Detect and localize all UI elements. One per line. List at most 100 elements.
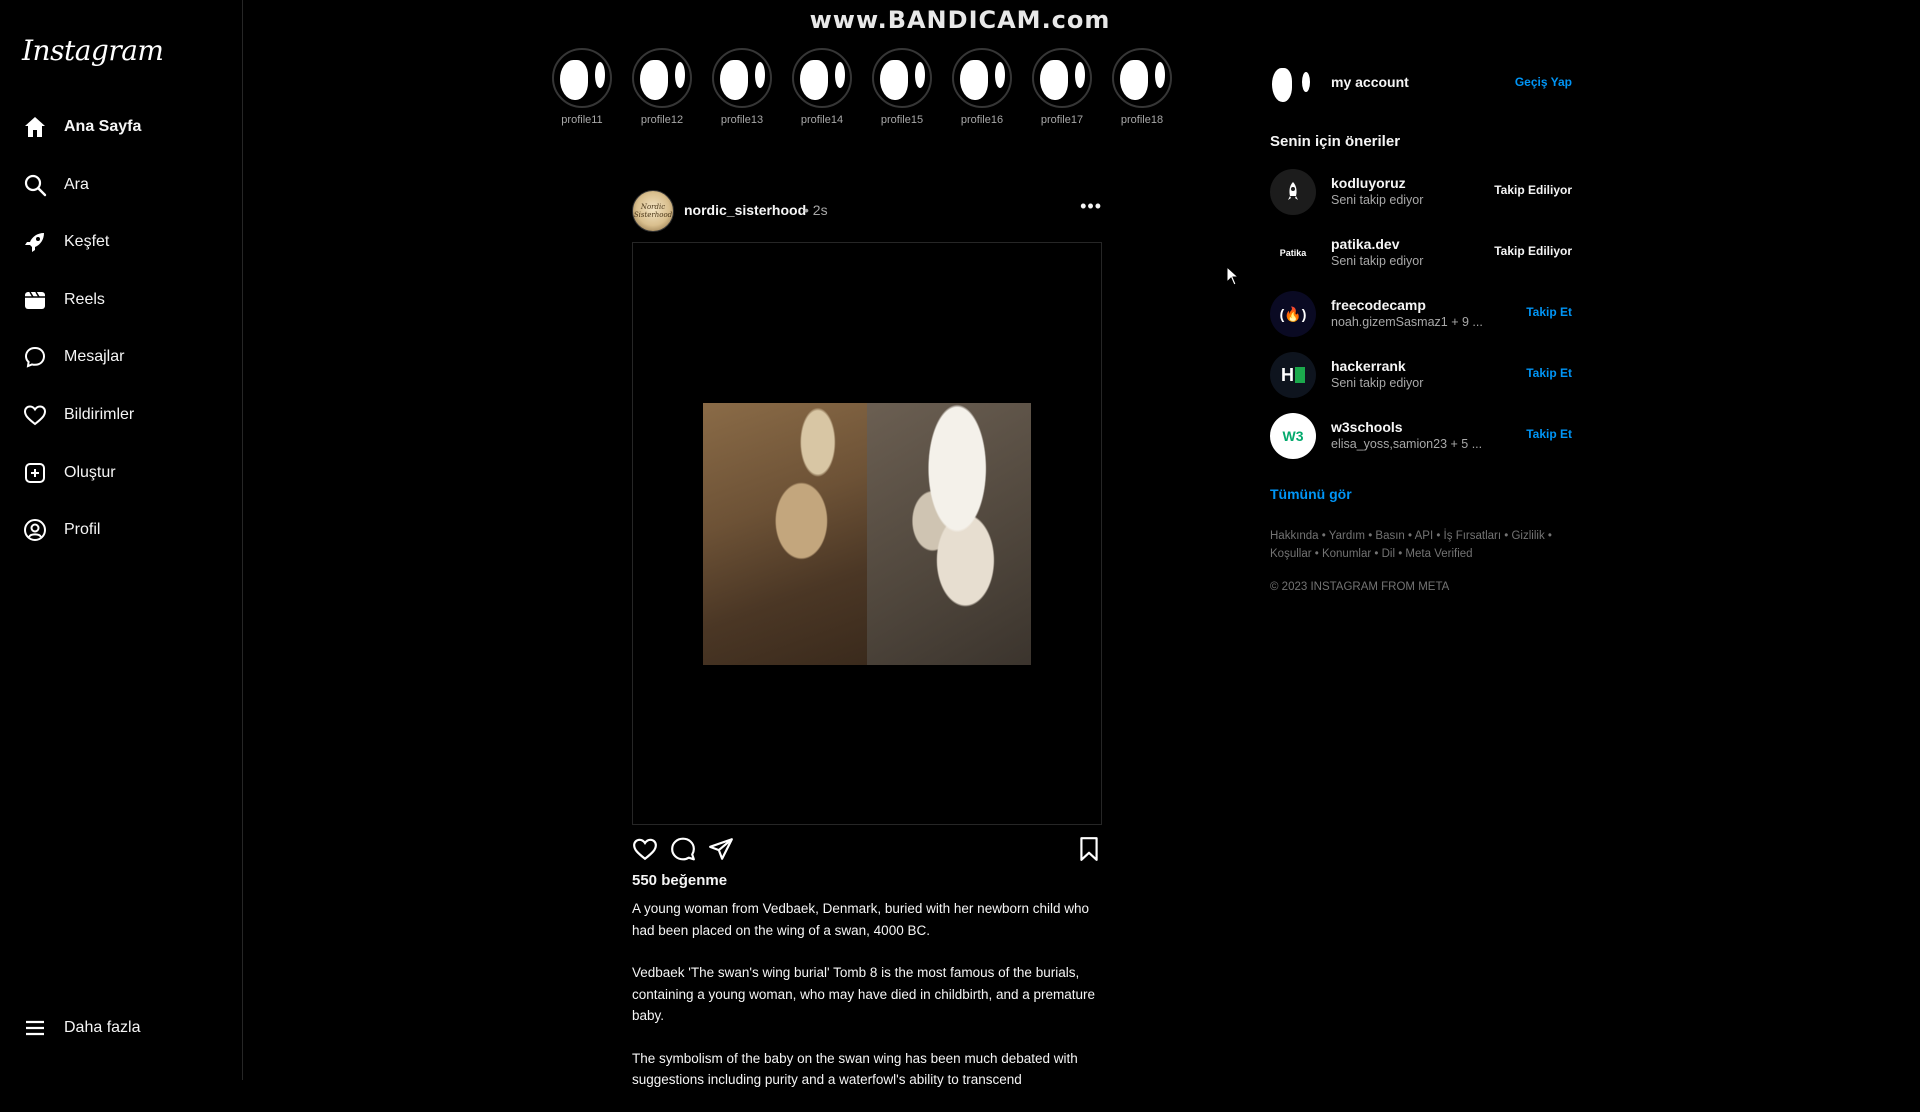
suggestion-subtitle: elisa_yoss,samion23 + 5 ... (1331, 437, 1483, 451)
rocket-icon (1288, 182, 1298, 200)
post-author-avatar[interactable]: Nordic Sisterhood (632, 190, 674, 232)
suggestion-avatar[interactable] (1270, 169, 1316, 215)
switch-account-button[interactable]: Geçiş Yap (1515, 75, 1572, 89)
suggestion-username[interactable]: w3schools (1331, 419, 1403, 435)
story-avatar (712, 48, 772, 108)
patika-logo-text: Patika (1279, 248, 1307, 258)
copyright-text: © 2023 INSTAGRAM FROM META (1270, 581, 1450, 593)
sidebar-item-label: Daha fazla (64, 1019, 141, 1036)
suggestion-subtitle: Seni takip ediyor (1331, 254, 1424, 268)
share-icon[interactable] (708, 836, 734, 862)
follow-button[interactable]: Takip Et (1526, 366, 1572, 380)
follow-button[interactable]: Takip Et (1526, 427, 1572, 441)
story-username: profile12 (640, 114, 684, 126)
instagram-logo[interactable]: Instagram (22, 34, 164, 67)
story-avatar (792, 48, 852, 108)
story-item[interactable]: profile17 (1030, 48, 1094, 126)
story-username: profile18 (1120, 114, 1164, 126)
story-avatar (1112, 48, 1172, 108)
post-image (703, 403, 1031, 665)
sidebar-item-profile[interactable]: Profil (22, 515, 100, 545)
suggestion-subtitle: Seni takip ediyor (1331, 193, 1424, 207)
see-all-link[interactable]: Tümünü gör (1270, 486, 1352, 502)
story-item[interactable]: profile12 (630, 48, 694, 126)
suggestion-row: (🔥) freecodecamp noah.gizemSasmaz1 + 9 .… (1270, 291, 1572, 337)
follow-button[interactable]: Takip Et (1526, 305, 1572, 319)
sidebar-item-label: Mesajlar (64, 348, 125, 365)
story-item[interactable]: profile15 (870, 48, 934, 126)
story-avatar (872, 48, 932, 108)
suggestion-row: Patika patika.dev Seni takip ediyor Taki… (1270, 230, 1572, 276)
sidebar-item-more[interactable]: Daha fazla (22, 1013, 141, 1043)
sidebar-item-notifications[interactable]: Bildirimler (22, 400, 134, 430)
suggestion-avatar[interactable]: (🔥) (1270, 291, 1316, 337)
skeleton-burial-photo (703, 403, 867, 665)
suggestion-row: kodluyoruz Seni takip ediyor Takip Edili… (1270, 169, 1572, 215)
post-header: Nordic Sisterhood nordic_sisterhood • 2s… (632, 190, 1102, 232)
story-item[interactable]: profile14 (790, 48, 854, 126)
sidebar-item-create[interactable]: Oluştur (22, 458, 116, 488)
caption-paragraph: Vedbaek 'The swan's wing burial' Tomb 8 … (632, 965, 1096, 1023)
bookmark-icon[interactable] (1076, 836, 1102, 862)
sidebar-item-label: Oluştur (64, 464, 116, 481)
story-username: profile17 (1040, 114, 1084, 126)
w3schools-logo-text: W3 (1282, 428, 1304, 444)
suggestion-row: H hackerrank Seni takip ediyor Takip Et (1270, 352, 1572, 398)
sidebar-item-label: Keşfet (64, 233, 110, 250)
reels-icon (22, 287, 48, 313)
like-count[interactable]: 550 beğenme (632, 872, 727, 889)
sidebar-item-home[interactable]: Ana Sayfa (22, 112, 141, 142)
story-item[interactable]: profile18 (1110, 48, 1174, 126)
post-media[interactable] (632, 242, 1102, 825)
suggestion-avatar[interactable]: W3 (1270, 413, 1316, 459)
message-icon (22, 344, 48, 370)
suggestion-subtitle: Seni takip ediyor (1331, 376, 1424, 390)
suggestion-avatar[interactable]: Patika (1270, 230, 1316, 276)
post-caption: A young woman from Vedbaek, Denmark, bur… (632, 898, 1102, 1112)
account-username[interactable]: my account (1331, 74, 1409, 90)
suggestion-subtitle: noah.gizemSasmaz1 + 9 ... (1331, 315, 1483, 329)
more-options-icon[interactable]: ••• (1080, 196, 1102, 217)
sidebar-item-label: Ara (64, 176, 89, 193)
suggestions-title: Senin için öneriler (1270, 133, 1401, 150)
following-button[interactable]: Takip Ediliyor (1494, 183, 1572, 197)
hackerrank-logo-text: H (1281, 364, 1294, 385)
suggestion-avatar[interactable]: H (1270, 352, 1316, 398)
sidebar-item-messages[interactable]: Mesajlar (22, 342, 124, 372)
story-item[interactable]: profile16 (950, 48, 1014, 126)
story-item[interactable]: profile11 (550, 48, 614, 126)
avatar-logo-text: Nordic Sisterhood (633, 203, 673, 219)
story-username: profile16 (960, 114, 1004, 126)
story-item[interactable]: profile13 (710, 48, 774, 126)
suggestion-username[interactable]: freecodecamp (1331, 297, 1426, 313)
suggestion-username[interactable]: patika.dev (1331, 236, 1399, 252)
story-username: profile14 (800, 114, 844, 126)
freecodecamp-logo-text: (🔥) (1279, 305, 1307, 322)
story-username: profile15 (880, 114, 924, 126)
post-actions (632, 836, 1102, 864)
menu-icon (22, 1015, 48, 1041)
mouse-cursor-icon (1226, 265, 1240, 291)
sidebar-item-reels[interactable]: Reels (22, 285, 105, 315)
sidebar-item-search[interactable]: Ara (22, 170, 89, 200)
following-button[interactable]: Takip Ediliyor (1494, 244, 1572, 258)
plus-square-icon (22, 460, 48, 486)
sidebar-item-label: Reels (64, 291, 105, 308)
suggestion-username[interactable]: kodluyoruz (1331, 175, 1406, 191)
suggestion-row: W3 w3schools elisa_yoss,samion23 + 5 ...… (1270, 413, 1572, 459)
story-username: profile11 (561, 114, 603, 126)
story-avatar (632, 48, 692, 108)
footer-links[interactable]: Hakkında • Yardım • Basın • API • İş Fır… (1270, 527, 1560, 563)
comment-icon[interactable] (670, 836, 696, 862)
story-avatar (952, 48, 1012, 108)
story-avatar (1032, 48, 1092, 108)
like-icon[interactable] (632, 836, 658, 862)
sidebar-item-explore[interactable]: Keşfet (22, 227, 109, 257)
sidebar: Instagram Ana Sayfa Ara Keşfet Reels Mes… (0, 0, 243, 1080)
suggestion-username[interactable]: hackerrank (1331, 358, 1406, 374)
post-username[interactable]: nordic_sisterhood (684, 202, 806, 218)
rocket-icon (22, 229, 48, 255)
hackerrank-green-block (1295, 367, 1305, 383)
account-avatar[interactable] (1270, 62, 1316, 108)
swan-wing-illustration (867, 403, 1031, 665)
